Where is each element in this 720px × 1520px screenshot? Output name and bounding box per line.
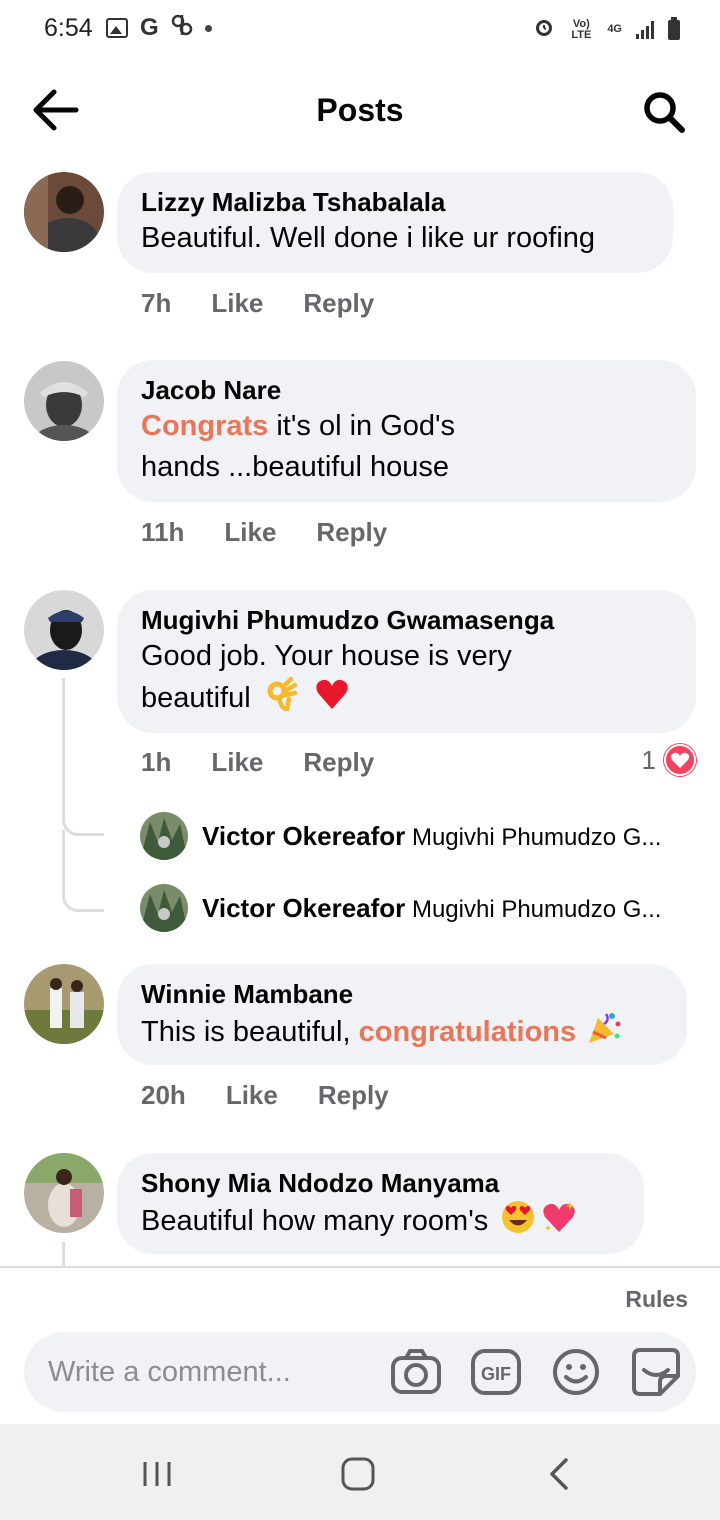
- signal-strength-icon: [636, 20, 654, 39]
- party-popper-emoji-icon: [586, 1010, 622, 1057]
- comment-text: This is beautiful, congratulations: [141, 1010, 663, 1057]
- red-heart-emoji-icon: [315, 677, 349, 722]
- status-time: 6:54: [44, 14, 93, 42]
- comment-author[interactable]: Winnie Mambane: [141, 978, 663, 1010]
- gallery-notification-icon: [106, 18, 128, 38]
- app-header: Posts: [0, 60, 720, 160]
- avatar[interactable]: [24, 1153, 104, 1233]
- comment-composer: GIF: [24, 1332, 696, 1412]
- composer-divider: [0, 1266, 720, 1268]
- comment-text: Beautiful. Well done i like ur roofing: [141, 222, 596, 254]
- comment-text: Good job. Your house is very: [141, 640, 512, 672]
- love-reaction-icon: [664, 744, 696, 776]
- reply-button[interactable]: Reply: [318, 1080, 389, 1111]
- comment-text: Beautiful how many room's: [141, 1199, 620, 1246]
- reply-preview[interactable]: Victor Okereafor Mugivhi Phumudzo G...: [140, 884, 700, 932]
- recent-apps-icon[interactable]: [137, 1454, 177, 1494]
- status-system-icons: Vo) LTE 4G: [533, 16, 680, 43]
- comment-author[interactable]: Jacob Nare: [141, 374, 672, 406]
- comment-actions: 20h Like Reply: [141, 1080, 389, 1111]
- battery-icon: [668, 16, 680, 40]
- reply-button[interactable]: Reply: [303, 288, 374, 319]
- comment-bubble[interactable]: Mugivhi Phumudzo Gwamasenga Good job. Yo…: [117, 590, 696, 733]
- like-button[interactable]: Like: [226, 1080, 278, 1111]
- sticker-icon[interactable]: [630, 1346, 682, 1398]
- comment-bubble[interactable]: Shony Mia Ndodzo Manyama Beautiful how m…: [117, 1153, 644, 1254]
- network-type-indicator: 4G: [607, 23, 622, 35]
- svg-text:GIF: GIF: [481, 1364, 511, 1384]
- alarm-icon: [533, 16, 555, 43]
- status-notification-icons: G: [106, 14, 212, 42]
- volte-indicator: Vo) LTE: [571, 17, 592, 41]
- comment-text-continued: beautiful: [141, 676, 672, 722]
- comment-timestamp: 1h: [141, 747, 172, 777]
- reply-preview[interactable]: Victor Okereafor Mugivhi Phumudzo G...: [140, 812, 700, 860]
- avatar[interactable]: [140, 812, 188, 860]
- reply-author[interactable]: Victor Okereafor: [202, 893, 405, 923]
- avatar[interactable]: [24, 172, 104, 252]
- hashtag-highlight[interactable]: Congrats: [141, 410, 268, 442]
- thread-line: [62, 830, 65, 890]
- comment-text: Congrats it's ol in God's: [141, 410, 456, 442]
- comment-author[interactable]: Mugivhi Phumudzo Gwamasenga: [141, 604, 672, 636]
- ok-hand-emoji-icon: [265, 676, 299, 722]
- thread-line: [62, 678, 65, 820]
- rules-link[interactable]: Rules: [625, 1286, 688, 1313]
- avatar[interactable]: [24, 590, 104, 670]
- pinwheel-notification-icon: [171, 14, 193, 42]
- sparkling-heart-emoji-icon: [540, 1199, 578, 1246]
- comment-bubble[interactable]: Lizzy Malizba Tshabalala Beautiful. Well…: [117, 172, 673, 273]
- heart-eyes-emoji-icon: [500, 1199, 536, 1246]
- gif-icon[interactable]: GIF: [470, 1346, 522, 1398]
- thread-connector: [62, 806, 104, 836]
- comment-bubble[interactable]: Jacob Nare Congrats it's ol in God's han…: [117, 360, 696, 502]
- comment-author[interactable]: Shony Mia Ndodzo Manyama: [141, 1167, 620, 1199]
- reply-text: Victor Okereafor Mugivhi Phumudzo G...: [202, 820, 662, 851]
- reply-text: Victor Okereafor Mugivhi Phumudzo G...: [202, 892, 662, 923]
- status-bar: 6:54 G Vo) LTE 4G: [0, 0, 720, 60]
- comment-timestamp: 11h: [141, 517, 185, 547]
- reply-button[interactable]: Reply: [316, 517, 387, 548]
- home-icon[interactable]: [338, 1454, 378, 1494]
- thread-connector: [62, 880, 104, 912]
- like-button[interactable]: Like: [211, 747, 263, 778]
- comment-author[interactable]: Lizzy Malizba Tshabalala: [141, 186, 649, 218]
- like-button[interactable]: Like: [224, 517, 276, 548]
- emoji-icon[interactable]: [550, 1346, 602, 1398]
- reaction-count: 1: [641, 744, 656, 775]
- comment-actions: 1h Like Reply: [141, 747, 374, 778]
- more-notifications-dot-icon: [204, 24, 212, 32]
- comment-text-continued: hands ...beautiful house: [141, 451, 449, 483]
- comment-bubble[interactable]: Winnie Mambane This is beautiful, congra…: [117, 964, 687, 1065]
- search-icon[interactable]: [642, 90, 686, 134]
- system-navigation-bar: [0, 1424, 720, 1520]
- comment-actions: 7h Like Reply: [141, 288, 374, 319]
- reply-button[interactable]: Reply: [303, 747, 374, 778]
- comment-timestamp: 7h: [141, 288, 172, 318]
- reaction-summary[interactable]: 1: [642, 744, 696, 776]
- comment-actions: 11h Like Reply: [141, 517, 387, 548]
- avatar[interactable]: [140, 884, 188, 932]
- google-notification-icon: G: [140, 14, 159, 41]
- avatar[interactable]: [24, 361, 104, 441]
- comments-list: Lizzy Malizba Tshabalala Beautiful. Well…: [0, 160, 720, 1266]
- comment-input[interactable]: [48, 1348, 388, 1396]
- comment-timestamp: 20h: [141, 1080, 186, 1110]
- like-button[interactable]: Like: [211, 288, 263, 319]
- avatar[interactable]: [24, 964, 104, 1044]
- hashtag-highlight[interactable]: congratulations: [359, 1016, 577, 1048]
- page-title: Posts: [316, 92, 404, 128]
- reply-author[interactable]: Victor Okereafor: [202, 821, 405, 851]
- back-nav-icon[interactable]: [540, 1454, 580, 1494]
- thread-line: [62, 1242, 65, 1266]
- camera-icon[interactable]: [390, 1346, 442, 1398]
